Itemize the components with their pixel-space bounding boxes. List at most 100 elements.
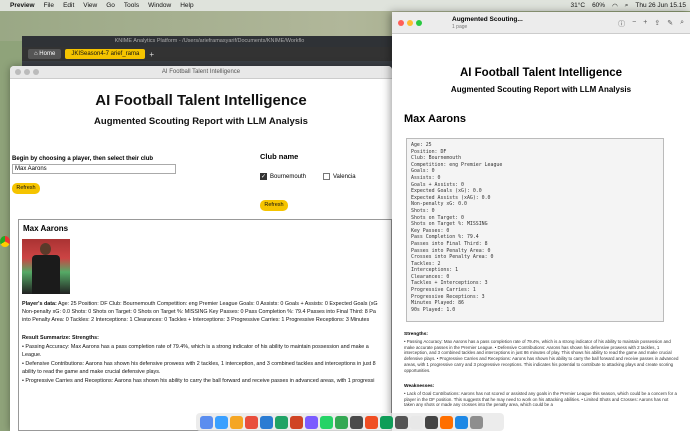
strengths-text: • Passing Accuracy: Max Aarons has a pas… <box>404 339 679 373</box>
tab-workflow[interactable]: JKISeason4-7 arief_rama <box>65 49 146 59</box>
dock-app-icon[interactable] <box>440 415 453 429</box>
share-icon[interactable]: ⇪ <box>654 19 660 29</box>
menu-view[interactable]: View <box>83 2 97 9</box>
player-card: Max Aarons Player's data: Age: 25 Positi… <box>18 219 392 431</box>
weather-status[interactable]: 31°C <box>571 2 586 9</box>
tab-home-label: Home <box>39 51 56 57</box>
search-icon[interactable]: ⌕ <box>625 2 629 10</box>
bullet-1b: League. <box>22 352 42 358</box>
menu-go[interactable]: Go <box>106 2 115 9</box>
dock-app-icon[interactable] <box>350 415 363 429</box>
player-input[interactable]: Max Aarons <box>12 164 176 174</box>
knime-title: KNIME Analytics Platform - /Users/ariefr… <box>22 36 397 47</box>
player-data-text: Age: 25 Position: DF Club: Bournemouth C… <box>56 301 378 307</box>
strengths-heading: Strengths: <box>404 332 428 337</box>
stats-block: Age: 25 Position: DF Club: Bournemouth C… <box>406 138 664 322</box>
club-option-valencia[interactable]: Valencia <box>323 173 356 180</box>
player-card-name: Max Aarons <box>23 224 69 233</box>
window-controls <box>398 20 422 26</box>
zoom-out-icon[interactable]: − <box>632 19 636 29</box>
minimize-button[interactable] <box>24 69 30 75</box>
club-heading: Club name <box>260 152 299 161</box>
dock-app-icon[interactable] <box>215 415 228 429</box>
dock-app-icon[interactable] <box>425 415 438 429</box>
menu-edit[interactable]: Edit <box>63 2 74 9</box>
dock-app-icon[interactable] <box>380 415 393 429</box>
markup-icon[interactable]: ✎ <box>667 19 673 29</box>
page-count: 1 page <box>452 24 468 30</box>
checkbox-checked[interactable] <box>260 173 267 180</box>
dock-app-icon[interactable] <box>245 415 258 429</box>
search-icon[interactable]: ⌕ <box>680 19 684 29</box>
doc-heading: AI Football Talent Intelligence <box>459 67 623 79</box>
new-tab-button[interactable]: + <box>149 50 154 59</box>
report-heading: AI Football Talent Intelligence <box>95 92 307 109</box>
clock[interactable]: Thu 26 Jun 15.15 <box>635 2 686 9</box>
dock-app-icon[interactable] <box>230 415 243 429</box>
close-button[interactable] <box>15 69 21 75</box>
bullet-2a: • Defensive Contributions: Aarons has sh… <box>22 361 376 367</box>
player-picker-label: Begin by choosing a player, then select … <box>12 156 154 162</box>
weaknesses-text: • Lack of Goal Contributions: Aarons has… <box>404 391 677 408</box>
menubar: Preview File Edit View Go Tools Window H… <box>0 0 690 11</box>
result-heading: Result Summarize: Strengths: <box>22 335 99 341</box>
zoom-button[interactable] <box>33 69 39 75</box>
player-shirt <box>32 255 60 294</box>
menu-window[interactable]: Window <box>148 2 171 9</box>
dock <box>196 413 504 431</box>
dock-app-icon[interactable] <box>320 415 333 429</box>
player-data-line-1: Player's data: Age: 25 Position: DF Club… <box>22 300 391 308</box>
chrome-icon[interactable] <box>0 236 10 247</box>
report-titlebar: AI Football Talent Intelligence <box>10 66 392 79</box>
preview-window: Augmented Scouting... 1 page ⓘ − + ⇪ ✎ ⌕… <box>392 12 690 431</box>
toolbar-icons: ⓘ − + ⇪ ✎ ⌕ <box>618 19 684 29</box>
menu-tools[interactable]: Tools <box>124 2 139 9</box>
battery-status[interactable]: 60% <box>592 2 605 9</box>
player-data-line-2: Non-penalty xG: 0.0 Shots: 0 Shots on Ta… <box>22 309 376 315</box>
dock-app-icon[interactable] <box>335 415 348 429</box>
player-data-label: Player's data: <box>22 301 57 307</box>
bullet-2b: ability to read the game and make crucia… <box>22 369 161 375</box>
dock-app-icon[interactable] <box>455 415 468 429</box>
bullet-3a: • Progressive Carries and Receptions: Aa… <box>22 378 375 384</box>
menu-app-name[interactable]: Preview <box>10 2 35 9</box>
report-subheading: Augmented Scouting Report with LLM Analy… <box>94 116 308 127</box>
doc-subheading: Augmented Scouting Report with LLM Analy… <box>450 85 632 94</box>
dock-app-icon[interactable] <box>260 415 273 429</box>
refresh-button-left[interactable]: Refresh <box>12 183 40 194</box>
player-data-line-3: into Penalty Area: 0 Tackles: 2 Intercep… <box>22 317 370 323</box>
dock-app-icon[interactable] <box>470 415 483 429</box>
status-area: 31°C 60% ◠ ⌕ Thu 26 Jun 15.15 <box>571 2 686 10</box>
dock-app-icon[interactable] <box>290 415 303 429</box>
tab-home[interactable]: ⌂ Home <box>28 49 62 59</box>
info-icon[interactable]: ⓘ <box>618 19 625 29</box>
player-head <box>40 243 51 255</box>
menu-help[interactable]: Help <box>180 2 193 9</box>
club-label: Bournemouth <box>270 173 307 180</box>
dock-app-icon[interactable] <box>365 415 378 429</box>
close-button[interactable] <box>398 20 404 26</box>
dock-app-icon[interactable] <box>395 415 408 429</box>
minimize-button[interactable] <box>407 20 413 26</box>
menu-file[interactable]: File <box>44 2 54 9</box>
dock-app-icon[interactable] <box>410 415 423 429</box>
club-label: Valencia <box>333 173 356 180</box>
refresh-button-right[interactable]: Refresh <box>260 200 288 211</box>
zoom-button[interactable] <box>416 20 422 26</box>
report-window-title: AI Football Talent Intelligence <box>161 69 241 75</box>
report-window: AI Football Talent Intelligence AI Footb… <box>10 66 392 431</box>
checkbox-unchecked[interactable] <box>323 173 330 180</box>
document-title: Augmented Scouting... <box>452 16 523 23</box>
zoom-in-icon[interactable]: + <box>643 19 647 29</box>
wifi-icon[interactable]: ◠ <box>612 2 618 10</box>
doc-player-name: Max Aarons <box>404 113 466 125</box>
preview-toolbar: Augmented Scouting... 1 page ⓘ − + ⇪ ✎ ⌕ <box>392 12 690 34</box>
dock-app-icon[interactable] <box>275 415 288 429</box>
bullet-1a: • Passing Accuracy: Max Aarons has a pas… <box>22 344 369 350</box>
dock-app-icon[interactable] <box>305 415 318 429</box>
player-photo <box>22 239 70 294</box>
club-option-bournemouth[interactable]: Bournemouth <box>260 173 306 180</box>
knime-tab-bar: ⌂ Home JKISeason4-7 arief_rama + <box>22 47 397 61</box>
weaknesses-heading: Weaknesses: <box>404 384 435 389</box>
dock-app-icon[interactable] <box>200 415 213 429</box>
